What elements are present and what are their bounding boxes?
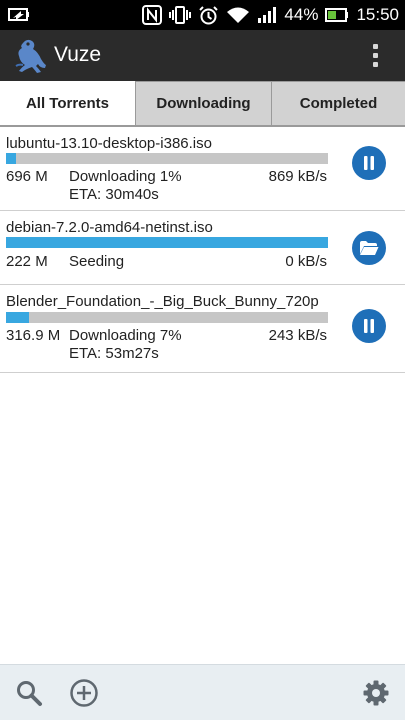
vibrate-icon <box>169 6 192 24</box>
pause-icon <box>364 156 374 170</box>
torrent-status: Seeding <box>69 253 125 270</box>
battery-percent: 44% <box>284 5 319 24</box>
tab-downloading[interactable]: Downloading <box>135 81 271 125</box>
battery-saver-icon <box>8 8 29 21</box>
torrent-rate: 869 kB/s <box>268 168 327 185</box>
tab-completed[interactable]: Completed <box>271 81 405 125</box>
torrent-name: lubuntu-13.10-desktop-i386.iso <box>6 135 212 152</box>
settings-button[interactable] <box>361 678 391 708</box>
status-bar: 44% 15:50 <box>0 0 405 30</box>
torrent-status: Downloading 7% <box>69 327 182 344</box>
overflow-menu-icon[interactable] <box>371 44 379 68</box>
progress-fill <box>6 237 328 248</box>
torrent-size: 696 M <box>6 168 48 185</box>
settings-icon <box>363 680 389 706</box>
torrent-rate: 0 kB/s <box>285 253 327 270</box>
torrent-status: Downloading 1% <box>69 168 182 185</box>
torrent-row[interactable]: debian-7.2.0-amd64-netinst.iso 222 M See… <box>0 211 405 285</box>
torrent-row[interactable]: Blender_Foundation_-_Big_Buck_Bunny_720p… <box>0 285 405 373</box>
signal-icon <box>258 7 277 23</box>
torrent-eta: ETA: 53m27s <box>69 345 159 362</box>
bottom-toolbar <box>0 664 405 720</box>
tab-bar: All Torrents Downloading Completed <box>0 81 405 127</box>
pause-button[interactable] <box>352 309 386 343</box>
torrent-size: 316.9 M <box>6 327 61 344</box>
app-title: Vuze <box>54 43 102 66</box>
clock: 15:50 <box>356 5 399 24</box>
progress-fill <box>6 312 29 323</box>
pause-button[interactable] <box>352 146 386 180</box>
search-button[interactable] <box>14 678 44 708</box>
add-torrent-button[interactable] <box>69 678 99 708</box>
vuze-frog-logo <box>15 39 46 73</box>
progress-fill <box>6 153 16 164</box>
add-icon <box>70 679 98 707</box>
torrent-name: debian-7.2.0-amd64-netinst.iso <box>6 219 213 236</box>
progress-bar <box>6 237 328 248</box>
torrent-name: Blender_Foundation_-_Big_Buck_Bunny_720p <box>6 293 319 310</box>
tab-all-torrents[interactable]: All Torrents <box>0 81 135 125</box>
torrent-list: lubuntu-13.10-desktop-i386.iso 696 M Dow… <box>0 127 405 373</box>
search-icon <box>17 681 42 706</box>
wifi-icon <box>227 7 250 23</box>
torrent-rate: 243 kB/s <box>268 327 327 344</box>
torrent-eta: ETA: 30m40s <box>69 186 159 203</box>
torrent-size: 222 M <box>6 253 48 270</box>
torrent-row[interactable]: lubuntu-13.10-desktop-i386.iso 696 M Dow… <box>0 127 405 211</box>
nfc-icon <box>142 5 163 25</box>
progress-bar <box>6 153 328 164</box>
progress-bar <box>6 312 328 323</box>
folder-icon <box>360 241 379 255</box>
app-bar: Vuze <box>0 30 405 81</box>
pause-icon <box>364 319 374 333</box>
open-folder-button[interactable] <box>352 231 386 265</box>
alarm-icon <box>199 5 219 24</box>
battery-icon <box>325 8 349 22</box>
